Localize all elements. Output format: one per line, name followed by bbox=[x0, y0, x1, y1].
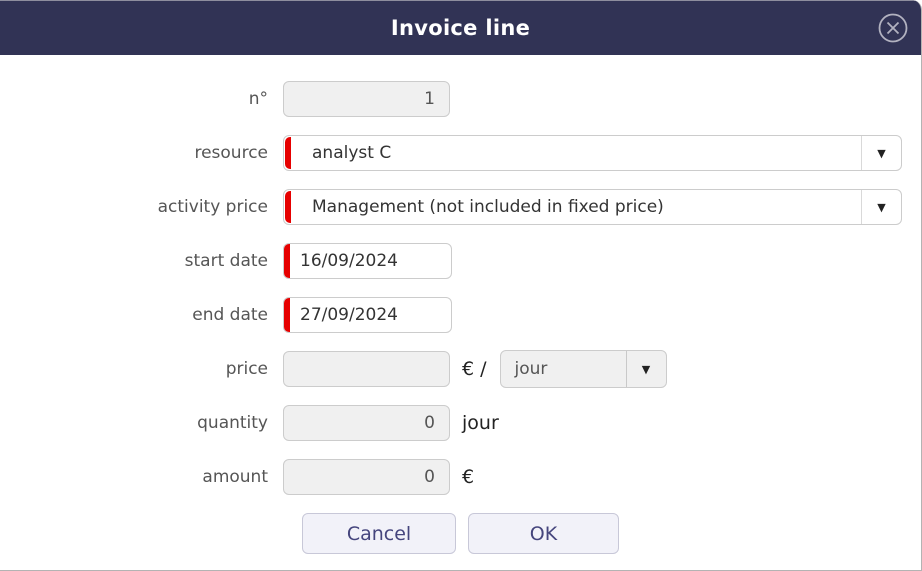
quantity-field bbox=[283, 405, 450, 441]
row-start-date: start date bbox=[0, 243, 921, 279]
quantity-label: quantity bbox=[197, 413, 268, 433]
row-quantity: quantity jour bbox=[0, 405, 921, 441]
activity-price-selected-value: Management (not included in fixed price) bbox=[312, 197, 664, 217]
amount-field bbox=[283, 459, 450, 495]
start-date-field[interactable] bbox=[283, 243, 452, 279]
dialog-body: n° resource analyst C ▼ activity price bbox=[0, 55, 921, 570]
cancel-button[interactable]: Cancel bbox=[302, 513, 456, 554]
row-activity-price: activity price Management (not included … bbox=[0, 189, 921, 225]
price-unit-selected-value: jour bbox=[514, 359, 548, 379]
end-date-wrapper bbox=[283, 297, 452, 333]
price-label: price bbox=[225, 359, 268, 379]
close-button[interactable] bbox=[877, 12, 909, 44]
required-marker bbox=[285, 137, 291, 169]
activity-price-label: activity price bbox=[157, 197, 268, 217]
close-icon bbox=[878, 13, 908, 43]
amount-label: amount bbox=[202, 467, 268, 487]
invoice-line-dialog: Invoice line n° resource analyst C bbox=[0, 0, 922, 571]
price-unit-select[interactable]: jour ▼ bbox=[499, 350, 667, 388]
required-marker bbox=[285, 191, 291, 223]
price-field bbox=[283, 351, 450, 387]
row-amount: amount € bbox=[0, 459, 921, 495]
number-label: n° bbox=[248, 89, 268, 109]
activity-price-select[interactable]: Management (not included in fixed price)… bbox=[283, 189, 902, 225]
chevron-down-icon: ▼ bbox=[877, 200, 886, 214]
price-currency-suffix: € / bbox=[462, 358, 487, 380]
dialog-title: Invoice line bbox=[390, 16, 531, 40]
ok-button[interactable]: OK bbox=[468, 513, 619, 554]
resource-select[interactable]: analyst C ▼ bbox=[283, 135, 902, 171]
row-end-date: end date bbox=[0, 297, 921, 333]
activity-price-dropdown-button[interactable]: ▼ bbox=[861, 190, 901, 224]
end-date-label: end date bbox=[192, 305, 268, 325]
start-date-wrapper bbox=[283, 243, 452, 279]
row-price: price € / jour ▼ bbox=[0, 350, 921, 388]
dialog-header: Invoice line bbox=[0, 0, 921, 55]
resource-label: resource bbox=[194, 143, 268, 163]
row-resource: resource analyst C ▼ bbox=[0, 135, 921, 171]
price-unit-dropdown-button[interactable]: ▼ bbox=[625, 351, 666, 387]
resource-selected-value: analyst C bbox=[312, 143, 392, 163]
amount-currency-suffix: € bbox=[462, 466, 475, 488]
chevron-down-icon: ▼ bbox=[877, 146, 886, 160]
end-date-field[interactable] bbox=[283, 297, 452, 333]
dialog-actions: Cancel OK bbox=[0, 513, 921, 554]
chevron-down-icon: ▼ bbox=[641, 362, 651, 376]
number-field bbox=[283, 81, 450, 117]
quantity-unit-suffix: jour bbox=[462, 412, 499, 434]
start-date-label: start date bbox=[184, 251, 268, 271]
resource-dropdown-button[interactable]: ▼ bbox=[861, 136, 901, 170]
row-number: n° bbox=[0, 81, 921, 117]
